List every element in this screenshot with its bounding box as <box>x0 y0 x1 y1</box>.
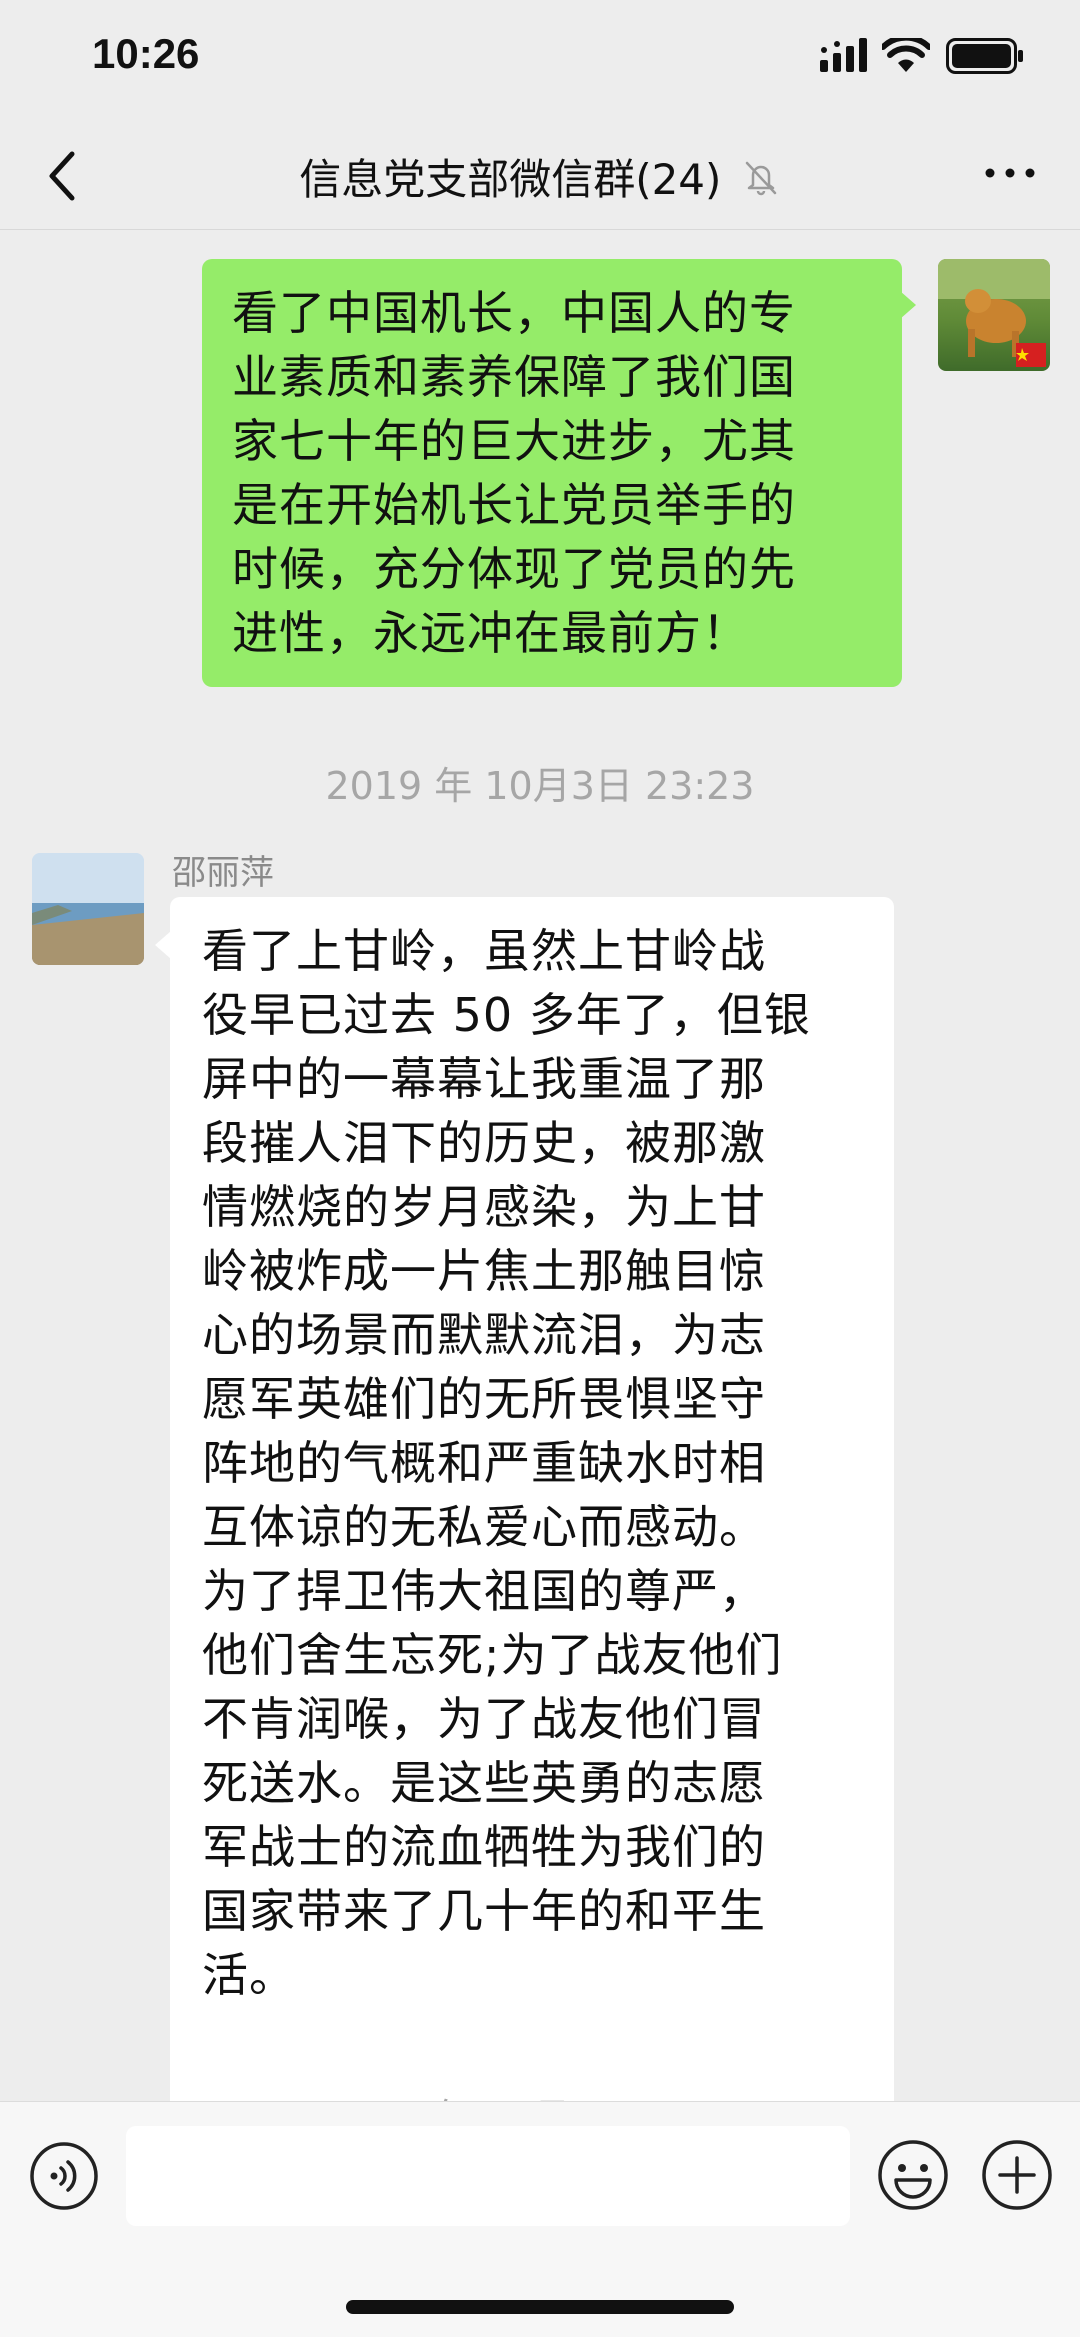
my-avatar[interactable] <box>938 259 1050 371</box>
chat-title: 信息党支部微信群(24) <box>299 155 722 204</box>
emoji-icon[interactable] <box>876 2138 950 2212</box>
voice-icon[interactable] <box>28 2140 100 2212</box>
chat-area[interactable]: 看了中国机长，中国人的专 业素质和素养保障了我们国 家七十年的巨大进步，尤其 是… <box>0 231 1080 2101</box>
status-bar: 10:26 <box>0 0 1080 118</box>
other-bubble-tail <box>155 931 171 959</box>
chat-title-wrap: 信息党支部微信群(24) <box>0 146 1080 207</box>
status-icons <box>820 38 1040 78</box>
my-bubble-tail <box>900 291 916 319</box>
sender-avatar[interactable] <box>32 853 144 965</box>
status-time: 10:26 <box>92 30 200 77</box>
my-message-bubble[interactable]: 看了中国机长，中国人的专 业素质和素养保障了我们国 家七十年的巨大进步，尤其 是… <box>202 259 902 687</box>
message-timestamp-partial: 2019 年 10月3日 23:45 <box>0 2087 1080 2101</box>
bell-slash-icon <box>745 161 777 195</box>
plus-icon[interactable] <box>980 2138 1054 2212</box>
home-indicator[interactable] <box>346 2300 734 2314</box>
cellular-signal-icon <box>820 38 867 72</box>
message-timestamp: 2019 年 10月3日 23:23 <box>325 764 755 808</box>
message-input[interactable] <box>126 2126 850 2226</box>
wifi-icon <box>882 38 930 72</box>
other-message-bubble[interactable]: 看了上甘岭，虽然上甘岭战 役早已过去 50 多年了，但银 屏中的一幕幕让我重温了… <box>170 897 894 2101</box>
battery-icon <box>946 38 1023 74</box>
sender-name: 邵丽萍 <box>172 853 274 893</box>
ellipsis-icon[interactable] <box>980 158 1040 188</box>
dog-photo-icon <box>938 259 1050 367</box>
beach-photo-icon <box>32 853 144 965</box>
navigation-bar: 信息党支部微信群(24) <box>0 118 1080 230</box>
